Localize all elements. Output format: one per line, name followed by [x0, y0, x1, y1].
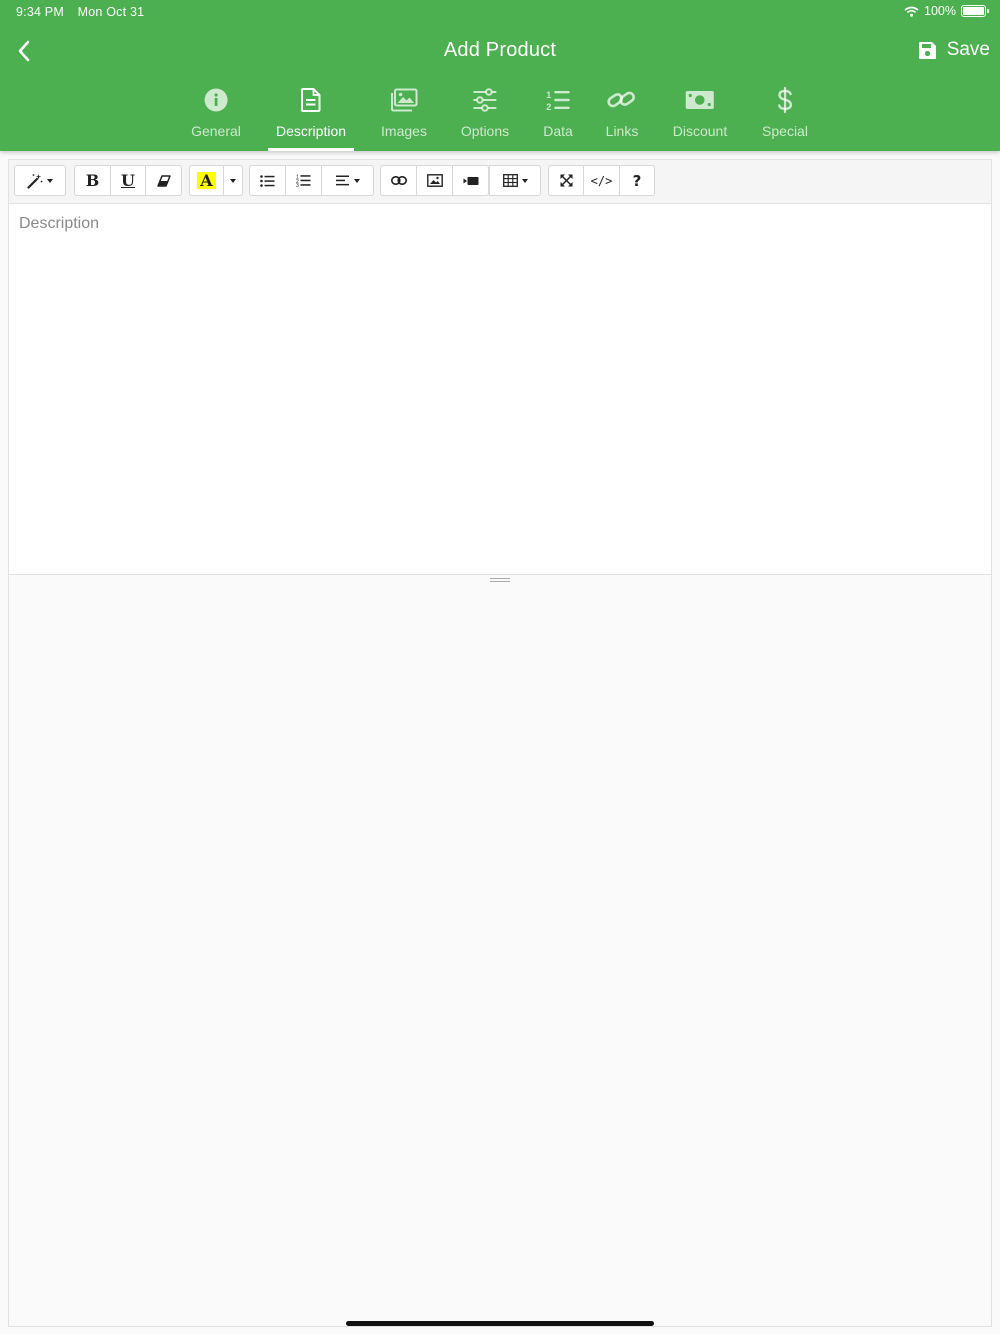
description-editor: B U A 1 2 3 </> ? Description: [8, 159, 992, 1327]
unordered-list-button[interactable]: [249, 165, 286, 196]
help-label: ?: [632, 171, 642, 190]
underline-label: U: [121, 171, 135, 190]
tab-links[interactable]: Links: [598, 82, 647, 151]
tab-description[interactable]: Description: [267, 82, 355, 151]
images-icon: [390, 88, 418, 112]
wifi-icon: [904, 6, 919, 17]
paragraph-align-dropdown[interactable]: [321, 165, 374, 196]
insert-picture-button[interactable]: [416, 165, 453, 196]
table-icon: [502, 174, 518, 187]
home-indicator: [346, 1321, 654, 1326]
eraser-icon: [156, 174, 171, 187]
underline-button[interactable]: U: [110, 165, 146, 196]
sliders-icon: [473, 88, 497, 112]
status-bar-left: 9:34 PM Mon Oct 31: [16, 5, 144, 19]
caret-down-icon: [353, 178, 360, 183]
code-view-button[interactable]: </>: [583, 165, 620, 196]
page-title: Add Product: [443, 39, 557, 61]
editor-toolbar: B U A 1 2 3 </> ?: [9, 160, 991, 204]
battery-icon: [961, 5, 989, 17]
save-button[interactable]: Save: [918, 39, 990, 61]
bold-label: B: [85, 171, 100, 190]
description-placeholder: Description: [19, 215, 100, 232]
link-icon: [390, 176, 407, 185]
fullscreen-button[interactable]: [548, 165, 584, 196]
document-icon: [301, 88, 321, 112]
insert-link-button[interactable]: [380, 165, 417, 196]
magic-wand-icon: [27, 173, 43, 189]
tab-general[interactable]: General: [183, 82, 249, 151]
tab-bar: General Description Images Options 1 2 D…: [0, 82, 1000, 151]
font-color-label: A: [197, 172, 216, 189]
svg-text:3: 3: [296, 183, 299, 187]
style-dropdown-button[interactable]: [14, 165, 66, 196]
align-left-icon: [335, 175, 349, 186]
dollar-icon: [777, 87, 792, 113]
battery-percent: 100%: [924, 4, 956, 18]
status-time: 9:34 PM: [16, 5, 64, 19]
svg-text:1: 1: [546, 90, 551, 100]
caret-down-icon: [521, 178, 528, 183]
tab-label: General: [191, 123, 241, 139]
clear-format-button[interactable]: [145, 165, 182, 196]
tab-label: Description: [275, 123, 347, 139]
link-icon: [607, 91, 636, 108]
expand-icon: [560, 174, 572, 187]
tab-label: Special: [762, 123, 808, 139]
info-circle-icon: [204, 88, 228, 112]
status-bar-right: 100%: [904, 4, 989, 18]
ordered-list-button[interactable]: 1 2 3: [285, 165, 322, 196]
bold-button[interactable]: B: [74, 165, 111, 196]
picture-icon: [426, 174, 443, 187]
tab-label: Links: [605, 123, 639, 139]
tab-data[interactable]: 1 2 Data: [535, 82, 581, 151]
numbered-list-icon: 1 2 3: [296, 175, 311, 187]
font-color-button[interactable]: A: [189, 165, 224, 196]
help-button[interactable]: ?: [619, 165, 655, 196]
code-view-label: </>: [590, 173, 613, 188]
tab-label: Data: [543, 123, 573, 139]
font-color-dropdown[interactable]: [223, 165, 243, 196]
description-textarea[interactable]: Description: [9, 204, 991, 575]
numbered-list-icon: 1 2: [546, 90, 570, 112]
tab-discount[interactable]: Discount: [665, 82, 735, 151]
app-bar: 9:34 PM Mon Oct 31 100% Add Product Save: [0, 0, 1000, 151]
save-label: Save: [946, 39, 990, 60]
tab-images[interactable]: Images: [373, 82, 435, 151]
tab-label: Options: [460, 123, 510, 139]
bullet-list-icon: [260, 174, 275, 187]
tab-options[interactable]: Options: [453, 82, 517, 151]
insert-table-dropdown[interactable]: [489, 165, 541, 196]
tab-special[interactable]: Special: [754, 82, 816, 151]
editor-resize-handle[interactable]: [490, 578, 510, 584]
svg-text:2: 2: [546, 102, 551, 112]
tab-label: Discount: [672, 123, 728, 139]
caret-down-icon: [47, 178, 53, 183]
caret-down-icon: [230, 178, 236, 183]
video-icon: [463, 176, 478, 185]
insert-video-button[interactable]: [452, 165, 489, 196]
tab-label: Images: [381, 123, 427, 139]
money-bill-icon: [686, 91, 714, 109]
status-date: Mon Oct 31: [77, 5, 145, 19]
floppy-disk-icon: [918, 41, 936, 59]
